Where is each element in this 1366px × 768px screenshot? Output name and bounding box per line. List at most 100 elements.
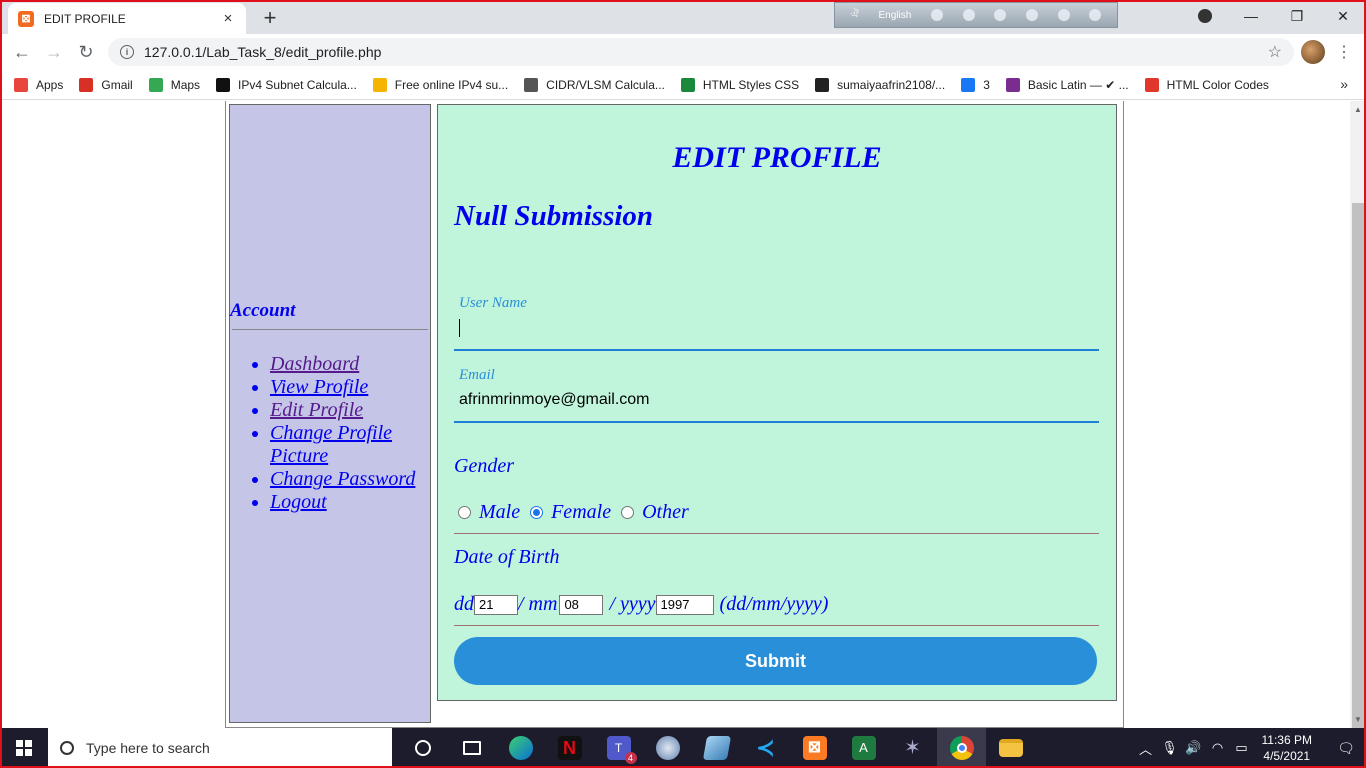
w3schools-icon bbox=[680, 77, 695, 92]
minimize-button[interactable]: — bbox=[1228, 0, 1274, 32]
access-icon[interactable]: A bbox=[839, 728, 888, 768]
chrome-icon[interactable] bbox=[937, 728, 986, 768]
username-field[interactable]: User Name bbox=[454, 295, 1099, 351]
gender-radio-group: Male Female Other bbox=[458, 501, 699, 524]
battery-icon[interactable]: ▭ bbox=[1230, 740, 1254, 756]
sidebar-link-edit-profile[interactable]: Edit Profile bbox=[270, 399, 363, 421]
submit-button[interactable]: Submit bbox=[454, 637, 1097, 685]
taskbar-search[interactable]: Type here to search bbox=[48, 728, 392, 768]
maps-icon bbox=[148, 77, 163, 92]
paint-icon[interactable] bbox=[643, 728, 692, 768]
month-input[interactable]: 08 bbox=[559, 594, 604, 615]
browser-menu-icon[interactable]: ⋮ bbox=[1336, 42, 1352, 62]
site-info-icon[interactable]: i bbox=[120, 45, 134, 59]
windows-logo-icon bbox=[16, 740, 32, 756]
wifi-icon[interactable]: ◠ bbox=[1206, 740, 1230, 756]
clock[interactable]: 11:36 PM 4/5/2021 bbox=[1262, 732, 1312, 764]
ime-browser-icon[interactable] bbox=[1025, 9, 1038, 21]
username-input[interactable] bbox=[459, 319, 460, 342]
edit-profile-panel: EDIT PROFILE Null Submission User Name E… bbox=[437, 104, 1117, 701]
profile-dropdown-icon[interactable] bbox=[1182, 0, 1228, 32]
start-button[interactable] bbox=[0, 728, 48, 768]
system-tray: ︿ 🎙 🔊 ◠ ▭ 11:36 PM 4/5/2021 🗨 bbox=[1134, 728, 1366, 768]
show-hidden-icons-icon[interactable]: ︿ bbox=[1134, 739, 1158, 758]
gender-radio-female[interactable] bbox=[530, 506, 544, 519]
forward-arrow-icon[interactable]: → bbox=[38, 42, 70, 63]
layout-table: Account DashboardView ProfileEdit Profil… bbox=[225, 101, 1124, 728]
restore-button[interactable]: ❐ bbox=[1274, 0, 1320, 32]
bookmark-item[interactable]: Basic Latin — ✔ ... bbox=[1005, 77, 1129, 92]
ime-help-icon[interactable] bbox=[1057, 9, 1070, 21]
bookmark-star-icon[interactable]: ☆ bbox=[1268, 42, 1282, 62]
email-field[interactable]: Email afrinmrinmoye@gmail.com bbox=[454, 367, 1099, 423]
cortana-icon[interactable] bbox=[398, 728, 447, 768]
notification-center-icon[interactable]: 🗨 bbox=[1326, 740, 1366, 757]
xampp-icon[interactable]: ⊠ bbox=[790, 728, 839, 768]
sidebar-link-dashboard[interactable]: Dashboard bbox=[270, 353, 359, 375]
gender-radio-male[interactable] bbox=[458, 506, 471, 519]
bookmark-item[interactable]: sumaiyaafrin2108/... bbox=[815, 77, 945, 92]
bookmark-item[interactable]: IPv4 Subnet Calcula... bbox=[216, 77, 357, 92]
facebook-icon bbox=[961, 77, 976, 92]
microphone-icon[interactable]: 🎙 bbox=[1158, 740, 1182, 756]
globe-icon bbox=[524, 77, 539, 92]
tab-close-icon[interactable]: × bbox=[220, 10, 236, 27]
search-icon bbox=[60, 741, 74, 755]
ime-settings-icon[interactable] bbox=[994, 9, 1007, 21]
ime-keyboard-icon[interactable] bbox=[930, 9, 943, 21]
task-view-icon[interactable] bbox=[447, 728, 496, 768]
gender-radio-other[interactable] bbox=[621, 506, 635, 519]
bookmark-item[interactable]: HTML Styles CSS bbox=[680, 77, 799, 92]
search-placeholder: Type here to search bbox=[86, 740, 210, 756]
sidebar-link-change-password[interactable]: Change Password bbox=[270, 468, 415, 490]
url-text[interactable]: 127.0.0.1/Lab_Task_8/edit_profile.php bbox=[144, 44, 1268, 60]
reload-icon[interactable]: ↻ bbox=[70, 42, 102, 63]
scroll-down-icon[interactable]: ▼ bbox=[1354, 715, 1362, 724]
day-input[interactable]: 21 bbox=[474, 594, 518, 615]
ime-info-icon[interactable] bbox=[1089, 9, 1102, 21]
close-window-button[interactable]: ✕ bbox=[1320, 0, 1366, 32]
vertical-scrollbar[interactable]: ▲ ▼ bbox=[1350, 101, 1366, 767]
email-input[interactable]: afrinmrinmoye@gmail.com bbox=[459, 391, 650, 409]
tab-title: EDIT PROFILE bbox=[44, 11, 126, 26]
scroll-up-icon[interactable]: ▲ bbox=[1354, 105, 1362, 114]
bookmark-item[interactable]: Free online IPv4 su... bbox=[372, 77, 508, 92]
amazon-a-icon bbox=[372, 77, 387, 92]
avatar[interactable] bbox=[1301, 40, 1325, 64]
year-input[interactable]: 1997 bbox=[655, 594, 714, 615]
bookmark-item[interactable]: Apps bbox=[14, 77, 64, 92]
sidebar-link-change-profile-picture[interactable]: Change Profile Picture bbox=[270, 422, 392, 467]
ime-language[interactable]: English bbox=[879, 10, 912, 21]
address-bar[interactable]: i 127.0.0.1/Lab_Task_8/edit_profile.php … bbox=[108, 38, 1294, 66]
ime-tool-icon[interactable] bbox=[962, 9, 975, 21]
bookmark-label: Apps bbox=[36, 77, 64, 92]
bookmark-item[interactable]: 3 bbox=[961, 77, 990, 92]
bookmark-item[interactable]: Gmail bbox=[79, 77, 133, 92]
sidebar-link-view-profile[interactable]: View Profile bbox=[270, 376, 368, 398]
ime-logo-icon: ঐ bbox=[850, 8, 859, 20]
edge-icon[interactable] bbox=[496, 728, 545, 768]
scrollbar-thumb[interactable] bbox=[1352, 203, 1364, 767]
bookmark-item[interactable]: CIDR/VLSM Calcula... bbox=[524, 77, 665, 92]
bookmark-item[interactable]: HTML Color Codes bbox=[1144, 77, 1269, 92]
file-explorer-icon[interactable] bbox=[986, 728, 1035, 768]
vscode-icon[interactable]: ≺ bbox=[741, 728, 790, 768]
teams-icon[interactable]: T4 bbox=[594, 728, 643, 768]
back-arrow-icon[interactable]: ← bbox=[6, 42, 38, 63]
error-message: Null Submission bbox=[454, 200, 654, 232]
tab-edit-profile[interactable]: ⊠ EDIT PROFILE × bbox=[8, 3, 246, 34]
bookmarks-overflow-icon[interactable]: » bbox=[1340, 76, 1348, 92]
netflix-icon[interactable]: N bbox=[545, 728, 594, 768]
apps-grid-icon bbox=[14, 77, 28, 92]
sidebar-item: Dashboard bbox=[270, 353, 430, 376]
sidebar-link-logout[interactable]: Logout bbox=[270, 491, 327, 513]
volume-icon[interactable]: 🔊 bbox=[1182, 740, 1206, 756]
ime-toolbar[interactable]: ঐ English bbox=[834, 2, 1118, 28]
bookmark-item[interactable]: Maps bbox=[148, 77, 200, 92]
account-sidebar: Account DashboardView ProfileEdit Profil… bbox=[229, 104, 431, 723]
packet-tracer-icon[interactable]: ✶ bbox=[888, 728, 937, 768]
sidebar-divider bbox=[232, 329, 428, 330]
unicode-table-icon bbox=[1005, 77, 1020, 92]
new-tab-button[interactable]: + bbox=[258, 5, 282, 31]
notepad-icon[interactable] bbox=[692, 728, 741, 768]
